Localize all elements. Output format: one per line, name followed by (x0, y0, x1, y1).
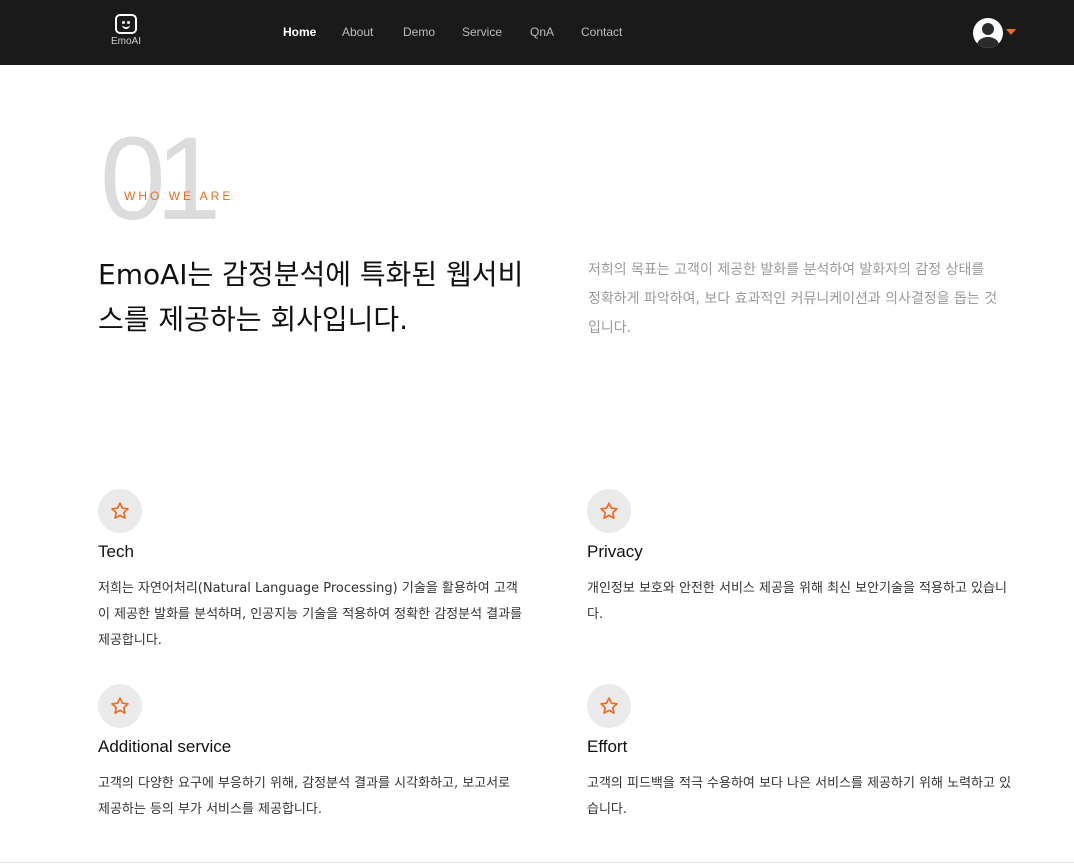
about-headline: EmoAI는 감정분석에 특화된 웹서비스를 제공하는 회사입니다. (98, 258, 524, 336)
feature-description: 저희는 자연어처리(Natural Language Processing) 기… (98, 581, 523, 648)
nav-demo[interactable]: Demo (403, 25, 435, 39)
feature-additional-service: Additional service 고객의 다양한 요구에 부응하기 위해, … (98, 684, 523, 823)
brand-logo-text: EmoAI (110, 36, 141, 47)
feature-tech: Tech 저희는 자연어처리(Natural Language Processi… (98, 489, 523, 654)
nav-contact[interactable]: Contact (581, 25, 622, 39)
about-intro: 저희의 목표는 고객이 제공한 발화를 분석하여 발화자의 감정 상태를 정확하… (588, 262, 998, 336)
section-number: 01 (100, 113, 221, 245)
top-navbar: EmoAI Home About Demo Service QnA Contac… (0, 0, 1074, 65)
divider (0, 862, 1074, 863)
feature-description: 고객의 피드백을 적극 수용하여 보다 나은 서비스를 제공하기 위해 노력하고… (587, 776, 1012, 817)
caret-down-icon[interactable] (1006, 29, 1016, 35)
section-label: WHO WE ARE (124, 189, 234, 203)
brand-logo[interactable]: EmoAI (106, 14, 146, 50)
feature-title: Privacy (587, 542, 643, 561)
nav-qna[interactable]: QnA (530, 25, 554, 39)
star-icon (98, 684, 142, 728)
smiley-logo-icon (115, 14, 137, 34)
feature-title: Effort (587, 737, 628, 756)
feature-description: 개인정보 보호와 안전한 서비스 제공을 위해 최신 보안기술을 적용하고 있습… (587, 581, 1007, 622)
feature-privacy: Privacy 개인정보 보호와 안전한 서비스 제공을 위해 최신 보안기술을… (587, 489, 1012, 628)
feature-description: 고객의 다양한 요구에 부응하기 위해, 감정분석 결과를 시각화하고, 보고서… (98, 776, 511, 817)
star-icon (587, 489, 631, 533)
nav-about[interactable]: About (342, 25, 373, 39)
feature-title: Additional service (98, 737, 232, 756)
star-icon (587, 684, 631, 728)
nav-service[interactable]: Service (462, 25, 502, 39)
star-icon (98, 489, 142, 533)
user-avatar-icon[interactable] (973, 18, 1003, 48)
feature-effort: Effort 고객의 피드백을 적극 수용하여 보다 나은 서비스를 제공하기 … (587, 684, 1012, 823)
nav-home[interactable]: Home (283, 25, 316, 39)
feature-title: Tech (98, 542, 134, 561)
